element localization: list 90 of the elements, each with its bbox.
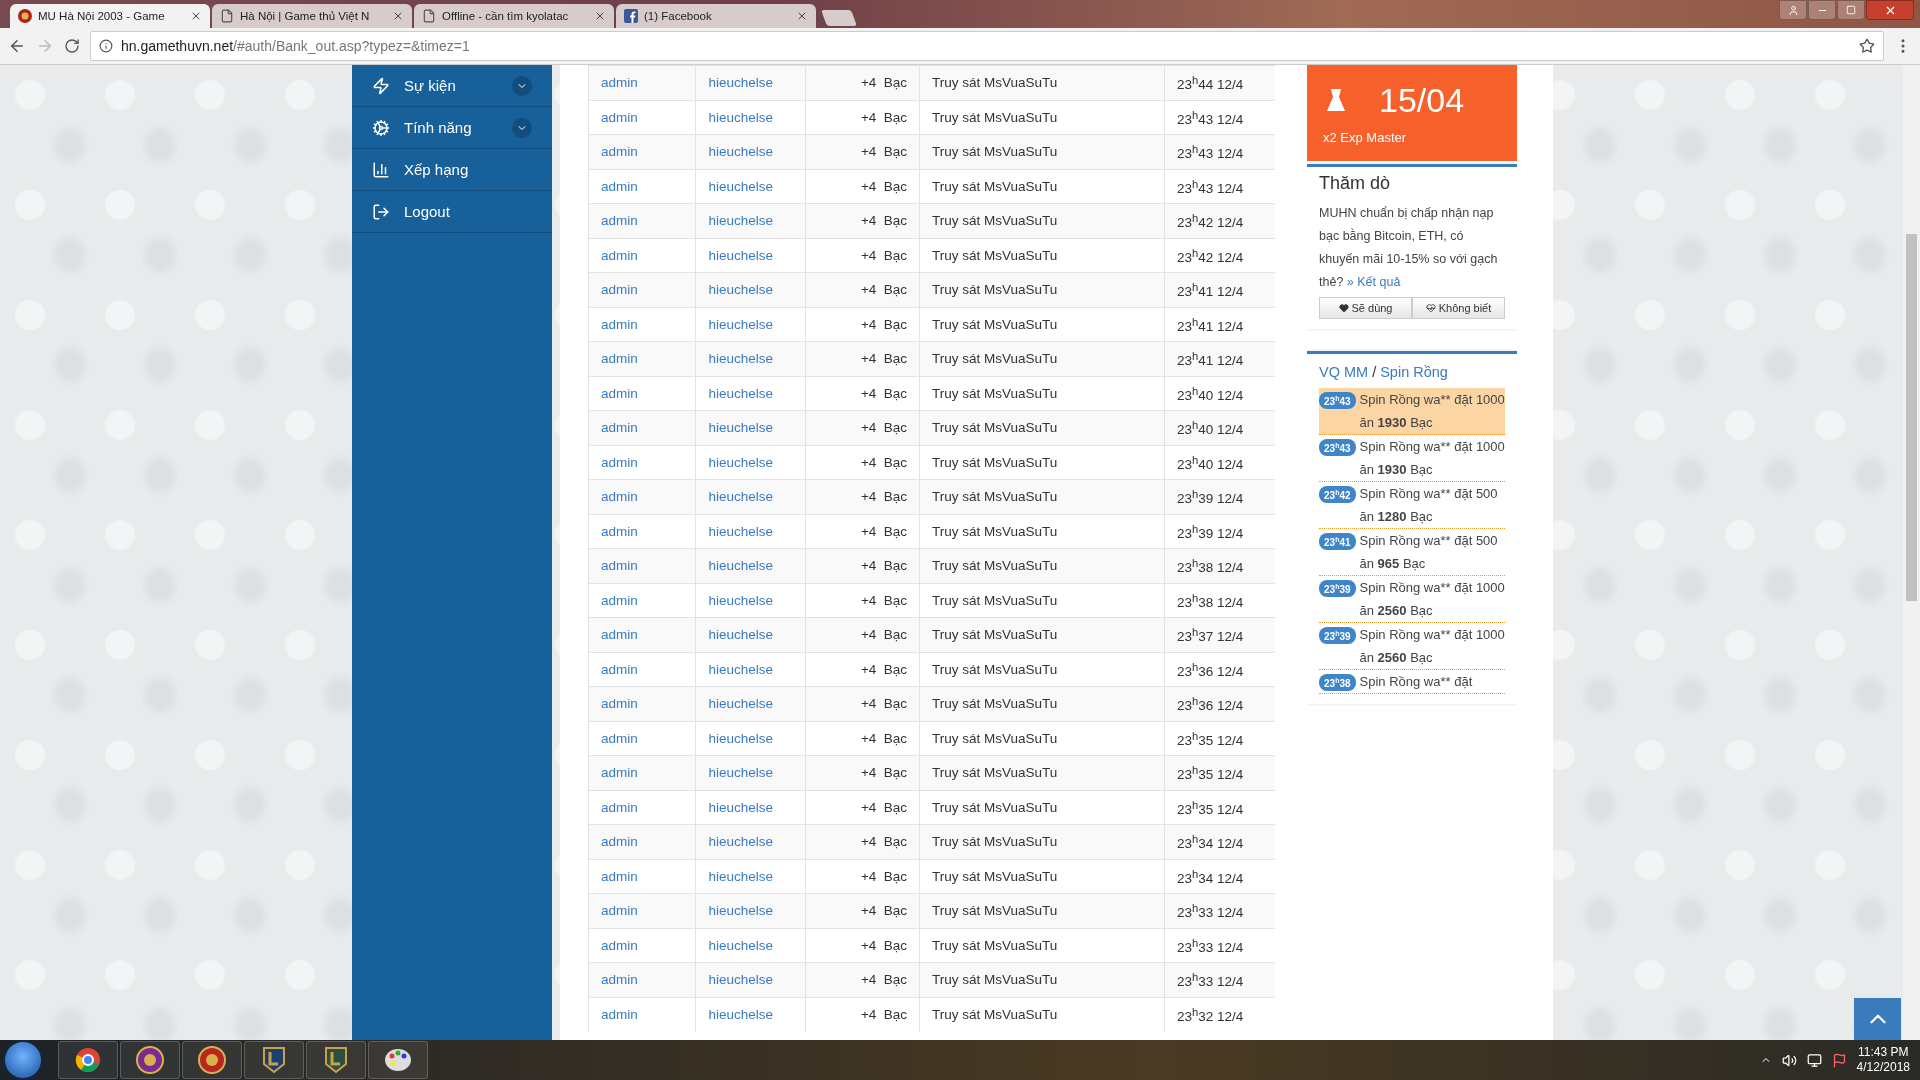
time-badge: 23$^{h}$43 (1319, 392, 1356, 410)
address-field[interactable]: hn.gamethuvn.net/#auth/Bank_out.asp?typez=&timez=1 (90, 31, 1884, 61)
promo-caption: x2 Exp Master (1323, 130, 1408, 145)
spin-text: Spin Rồng wa** đặt 500 ăn 1280 Bạc (1359, 485, 1499, 526)
time-badge: 23$^{h}$39 (1319, 627, 1356, 645)
scroll-thumb[interactable] (1906, 234, 1917, 601)
spin-text: Spin Rồng wa** đặt 1000 ăn 1930 Bạc (1359, 391, 1505, 432)
document-icon (220, 9, 234, 23)
url-host: hn.gamethuvn.net (121, 38, 234, 54)
profile-button[interactable] (1779, 0, 1807, 20)
time-badge: 23$^{h}$42 (1319, 486, 1356, 504)
gears-icon (372, 118, 390, 137)
chrome-icon[interactable] (75, 1047, 101, 1073)
facebook-icon (624, 9, 638, 23)
scroll-top-button[interactable] (1854, 998, 1901, 1040)
info-icon[interactable] (99, 39, 113, 53)
taskbar-app-button[interactable] (368, 1041, 428, 1079)
close-button[interactable] (1866, 0, 1914, 20)
document-icon (422, 9, 436, 23)
game-logo-icon (18, 9, 32, 23)
note-cell: Truy sát MsVuaSuTu (919, 997, 1165, 1032)
spin-title-link[interactable]: Spin Rồng (1380, 364, 1448, 380)
heart-icon (1338, 303, 1349, 313)
vote-button[interactable]: Sẽ dùng (1319, 297, 1412, 319)
shield-icon[interactable] (262, 1046, 286, 1074)
flag-icon[interactable] (1831, 1052, 1847, 1068)
logout-icon (372, 202, 390, 221)
restore-icon (1846, 5, 1856, 15)
vote-button[interactable]: Không biết (1412, 297, 1505, 319)
close-icon[interactable] (392, 10, 404, 22)
browser-tab[interactable]: Offline - cần tìm kyolatac (414, 4, 614, 28)
spin-text: Spin Rồng wa** đặt 1000 ăn 1930 Bạc (1359, 438, 1505, 479)
game-logo-icon[interactable] (136, 1046, 164, 1074)
url-path: /#auth/Bank_out.asp?typez=&timez=1 (233, 38, 471, 54)
back-icon[interactable] (8, 37, 26, 55)
close-icon[interactable] (594, 10, 606, 22)
restore-button[interactable] (1837, 0, 1865, 20)
sidebar-item[interactable]: Logout (352, 191, 552, 233)
amount-cell: +4 Bạc (805, 997, 920, 1032)
sender-link[interactable]: admin (588, 997, 696, 1032)
taskbar-app-button[interactable] (120, 1041, 180, 1079)
spin-title-link[interactable]: VQ MM (1319, 364, 1369, 380)
network-icon[interactable] (1806, 1052, 1822, 1068)
spin-text: Spin Rồng wa** đặt 1000 ăn 2560 Bạc (1359, 579, 1505, 620)
chevron-icon[interactable] (512, 75, 532, 96)
receiver-link[interactable]: hieuchelse (695, 997, 806, 1032)
spin-text: Spin Rồng wa** đặt 500 ăn 965 Bạc (1359, 532, 1499, 573)
sidebar-label: Logout (404, 203, 451, 220)
sidebar-label: Xếp hạng (404, 161, 470, 178)
time-badge: 23$^{h}$41 (1319, 533, 1356, 551)
taskbar-app-button[interactable] (244, 1041, 304, 1079)
time-badge: 23$^{h}$39 (1319, 580, 1356, 598)
taskbar-app-button[interactable] (182, 1041, 242, 1079)
clock[interactable]: 11:43 PM 4/12/2018 (1856, 1045, 1910, 1075)
palette-icon[interactable] (384, 1047, 412, 1073)
sidebar-item[interactable]: Sự kiện (352, 65, 552, 107)
speaker-icon[interactable] (1781, 1052, 1797, 1068)
heart-pulse-icon (1425, 303, 1436, 313)
time-cell: 23$^{h}$32 12/4 (1164, 997, 1275, 1032)
new-tab-button[interactable] (821, 10, 857, 26)
spin-text: Spin Rồng wa** đặt 1000 ăn 2560 Bạc (1359, 626, 1505, 667)
game-logo-icon[interactable] (198, 1046, 226, 1074)
time-badge: 23$^{h}$43 (1319, 439, 1356, 457)
results-link[interactable]: » Kết quả (1346, 275, 1401, 289)
promo-date: 15/04 (1379, 80, 1465, 120)
start-button[interactable] (4, 1041, 42, 1079)
title-separator: / (1372, 364, 1377, 380)
shield-icon[interactable] (324, 1046, 348, 1074)
browser-tab[interactable]: (1) Facebook (616, 4, 816, 28)
taskbar-app-button[interactable] (58, 1041, 118, 1079)
person-icon (1787, 4, 1799, 16)
chevron-icon[interactable] (512, 117, 532, 138)
browser-tab[interactable]: MU Hà Nội 2003 - Game (10, 4, 210, 28)
poll-title: Thăm dò (1319, 173, 1392, 194)
browser-tab[interactable]: Hà Nội | Game thủ Việt N (212, 4, 412, 28)
sidebar-label: Tính năng (404, 119, 473, 136)
scrollbar[interactable] (1903, 65, 1920, 1040)
close-icon[interactable] (190, 10, 202, 22)
close-icon[interactable] (796, 10, 808, 22)
taskbar-app-button[interactable] (306, 1041, 366, 1079)
time-badge: 23$^{h}$38 (1319, 674, 1356, 692)
sidebar-item[interactable]: Tính năng (352, 107, 552, 149)
sidebar-item[interactable]: Xếp hạng (352, 149, 552, 191)
spin-text: Spin Rồng wa** đặt (1359, 673, 1474, 691)
sidebar-label: Sự kiện (404, 77, 457, 94)
reload-icon[interactable] (64, 38, 80, 54)
bolt-icon (372, 76, 390, 95)
poll-question: MUHN chuẩn bị chấp nhận nạp bạc bằng Bitcoin, ETH, có khuyến mãi 10-15% so với gạch thẻ? » Kết quả (1319, 205, 1499, 291)
bookmark-star-icon[interactable] (1859, 38, 1875, 54)
bar-chart-icon (372, 160, 390, 179)
